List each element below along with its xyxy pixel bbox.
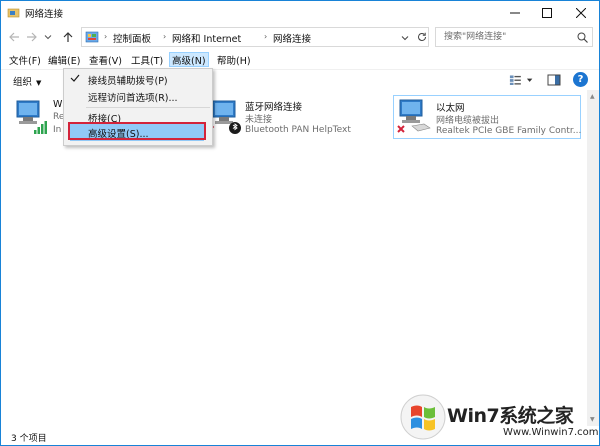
- menu-item-label: 接线员辅助拨号(P): [88, 76, 168, 87]
- menu-item-label: 远程访问首选项(R)...: [88, 93, 178, 104]
- connection-device: In: [53, 125, 62, 135]
- minimize-icon: [510, 12, 520, 13]
- wifi-adapter-icon: [16, 100, 47, 134]
- organize-label: 组织: [13, 77, 33, 88]
- forward-button[interactable]: [25, 30, 39, 44]
- menu-item-operator-assisted-dialing[interactable]: 接线员辅助拨号(P): [64, 71, 212, 88]
- up-button[interactable]: [61, 30, 75, 44]
- back-button[interactable]: [7, 30, 21, 44]
- change-view-button[interactable]: [509, 73, 533, 87]
- network-folder-icon: [7, 8, 20, 18]
- refresh-icon[interactable]: [416, 31, 428, 43]
- connection-name: 蓝牙网络连接: [245, 102, 303, 113]
- highlight-annotation-box: [68, 122, 206, 140]
- item-count: 3 个项目: [11, 434, 47, 444]
- window-title: 网络连接: [25, 9, 64, 20]
- breadcrumb-separator-icon[interactable]: ›: [104, 32, 107, 41]
- arrow-right-icon: [27, 32, 37, 42]
- connection-status: 网络电缆被拔出: [436, 116, 500, 126]
- close-button[interactable]: [567, 1, 595, 24]
- address-row: › 控制面板 › 网络和 Internet › 网络连接: [1, 24, 599, 50]
- connection-device: Bluetooth PAN HelpText: [245, 125, 351, 135]
- connection-name: 以太网: [436, 103, 465, 114]
- maximize-icon: [542, 7, 552, 18]
- menu-file[interactable]: 文件(F): [6, 52, 44, 67]
- caret-down-icon: ▼: [36, 79, 42, 87]
- breadcrumb-network-connections[interactable]: 网络连接: [273, 31, 311, 45]
- breadcrumb-separator-icon[interactable]: ›: [264, 32, 267, 41]
- vertical-scrollbar[interactable]: ▲ ▼: [587, 90, 599, 426]
- menu-edit[interactable]: 编辑(E): [45, 52, 83, 67]
- advanced-menu-dropdown: 接线员辅助拨号(P) 远程访问首选项(R)... 桥接(C) 高级设置(S)..…: [63, 68, 213, 146]
- address-history-icon[interactable]: [400, 33, 410, 43]
- connection-name: W: [53, 99, 63, 110]
- scroll-up-icon[interactable]: ▲: [590, 93, 595, 100]
- help-button[interactable]: ?: [573, 72, 588, 87]
- organize-button[interactable]: 组织 ▼: [13, 74, 41, 88]
- checkmark-icon: [70, 74, 80, 82]
- control-panel-icon: [85, 31, 99, 43]
- connection-bluetooth[interactable]: 蓝牙网络连接 未连接 Bluetooth PAN HelpText: [203, 95, 389, 139]
- chevron-down-icon: [44, 35, 52, 40]
- address-bar[interactable]: › 控制面板 › 网络和 Internet › 网络连接: [81, 27, 429, 47]
- connection-ethernet[interactable]: 以太网 网络电缆被拔出 Realtek PCIe GBE Family Cont…: [393, 95, 581, 139]
- preview-pane-icon[interactable]: [547, 73, 561, 87]
- breadcrumb-control-panel[interactable]: 控制面板: [113, 31, 151, 45]
- minimize-button[interactable]: [501, 1, 529, 24]
- arrow-left-icon: [9, 32, 19, 42]
- watermark: Win7系统之家 Www.Winwin7.com: [399, 393, 599, 443]
- view-options-icon: [509, 75, 521, 86]
- connection-status: 未连接: [245, 115, 273, 125]
- close-icon: [576, 7, 586, 18]
- ethernet-adapter-icon: [397, 99, 431, 133]
- menu-bar: 文件(F) 编辑(E) 查看(V) 工具(T) 高级(N) 帮助(H): [1, 50, 599, 68]
- arrow-up-icon: [63, 32, 73, 42]
- menu-help[interactable]: 帮助(H): [214, 52, 254, 67]
- menu-separator: [86, 107, 210, 108]
- menu-advanced[interactable]: 高级(N): [169, 52, 209, 67]
- watermark-url: Www.Winwin7.com: [503, 427, 599, 438]
- search-input[interactable]: [444, 30, 569, 44]
- search-icon[interactable]: [577, 32, 588, 43]
- watermark-text: Win7系统之家: [447, 405, 574, 427]
- caret-down-icon: [526, 78, 533, 82]
- breadcrumb-separator-icon[interactable]: ›: [163, 32, 166, 41]
- menu-tools[interactable]: 工具(T): [128, 52, 166, 67]
- title-bar[interactable]: 网络连接: [1, 1, 599, 24]
- breadcrumb-network-internet[interactable]: 网络和 Internet: [172, 31, 241, 45]
- recent-locations-button[interactable]: [43, 30, 53, 44]
- maximize-button[interactable]: [533, 1, 561, 24]
- search-box[interactable]: [435, 27, 593, 47]
- network-connections-window: 网络连接 › 控制面板 › 网络和 Internet › 网络连接 搜索"网络连…: [0, 0, 600, 446]
- menu-view[interactable]: 查看(V): [86, 52, 125, 67]
- menu-item-remote-access-preferences[interactable]: 远程访问首选项(R)...: [64, 88, 212, 105]
- connection-device: Realtek PCIe GBE Family Contr...: [436, 126, 582, 136]
- windows-logo-icon: [400, 394, 446, 440]
